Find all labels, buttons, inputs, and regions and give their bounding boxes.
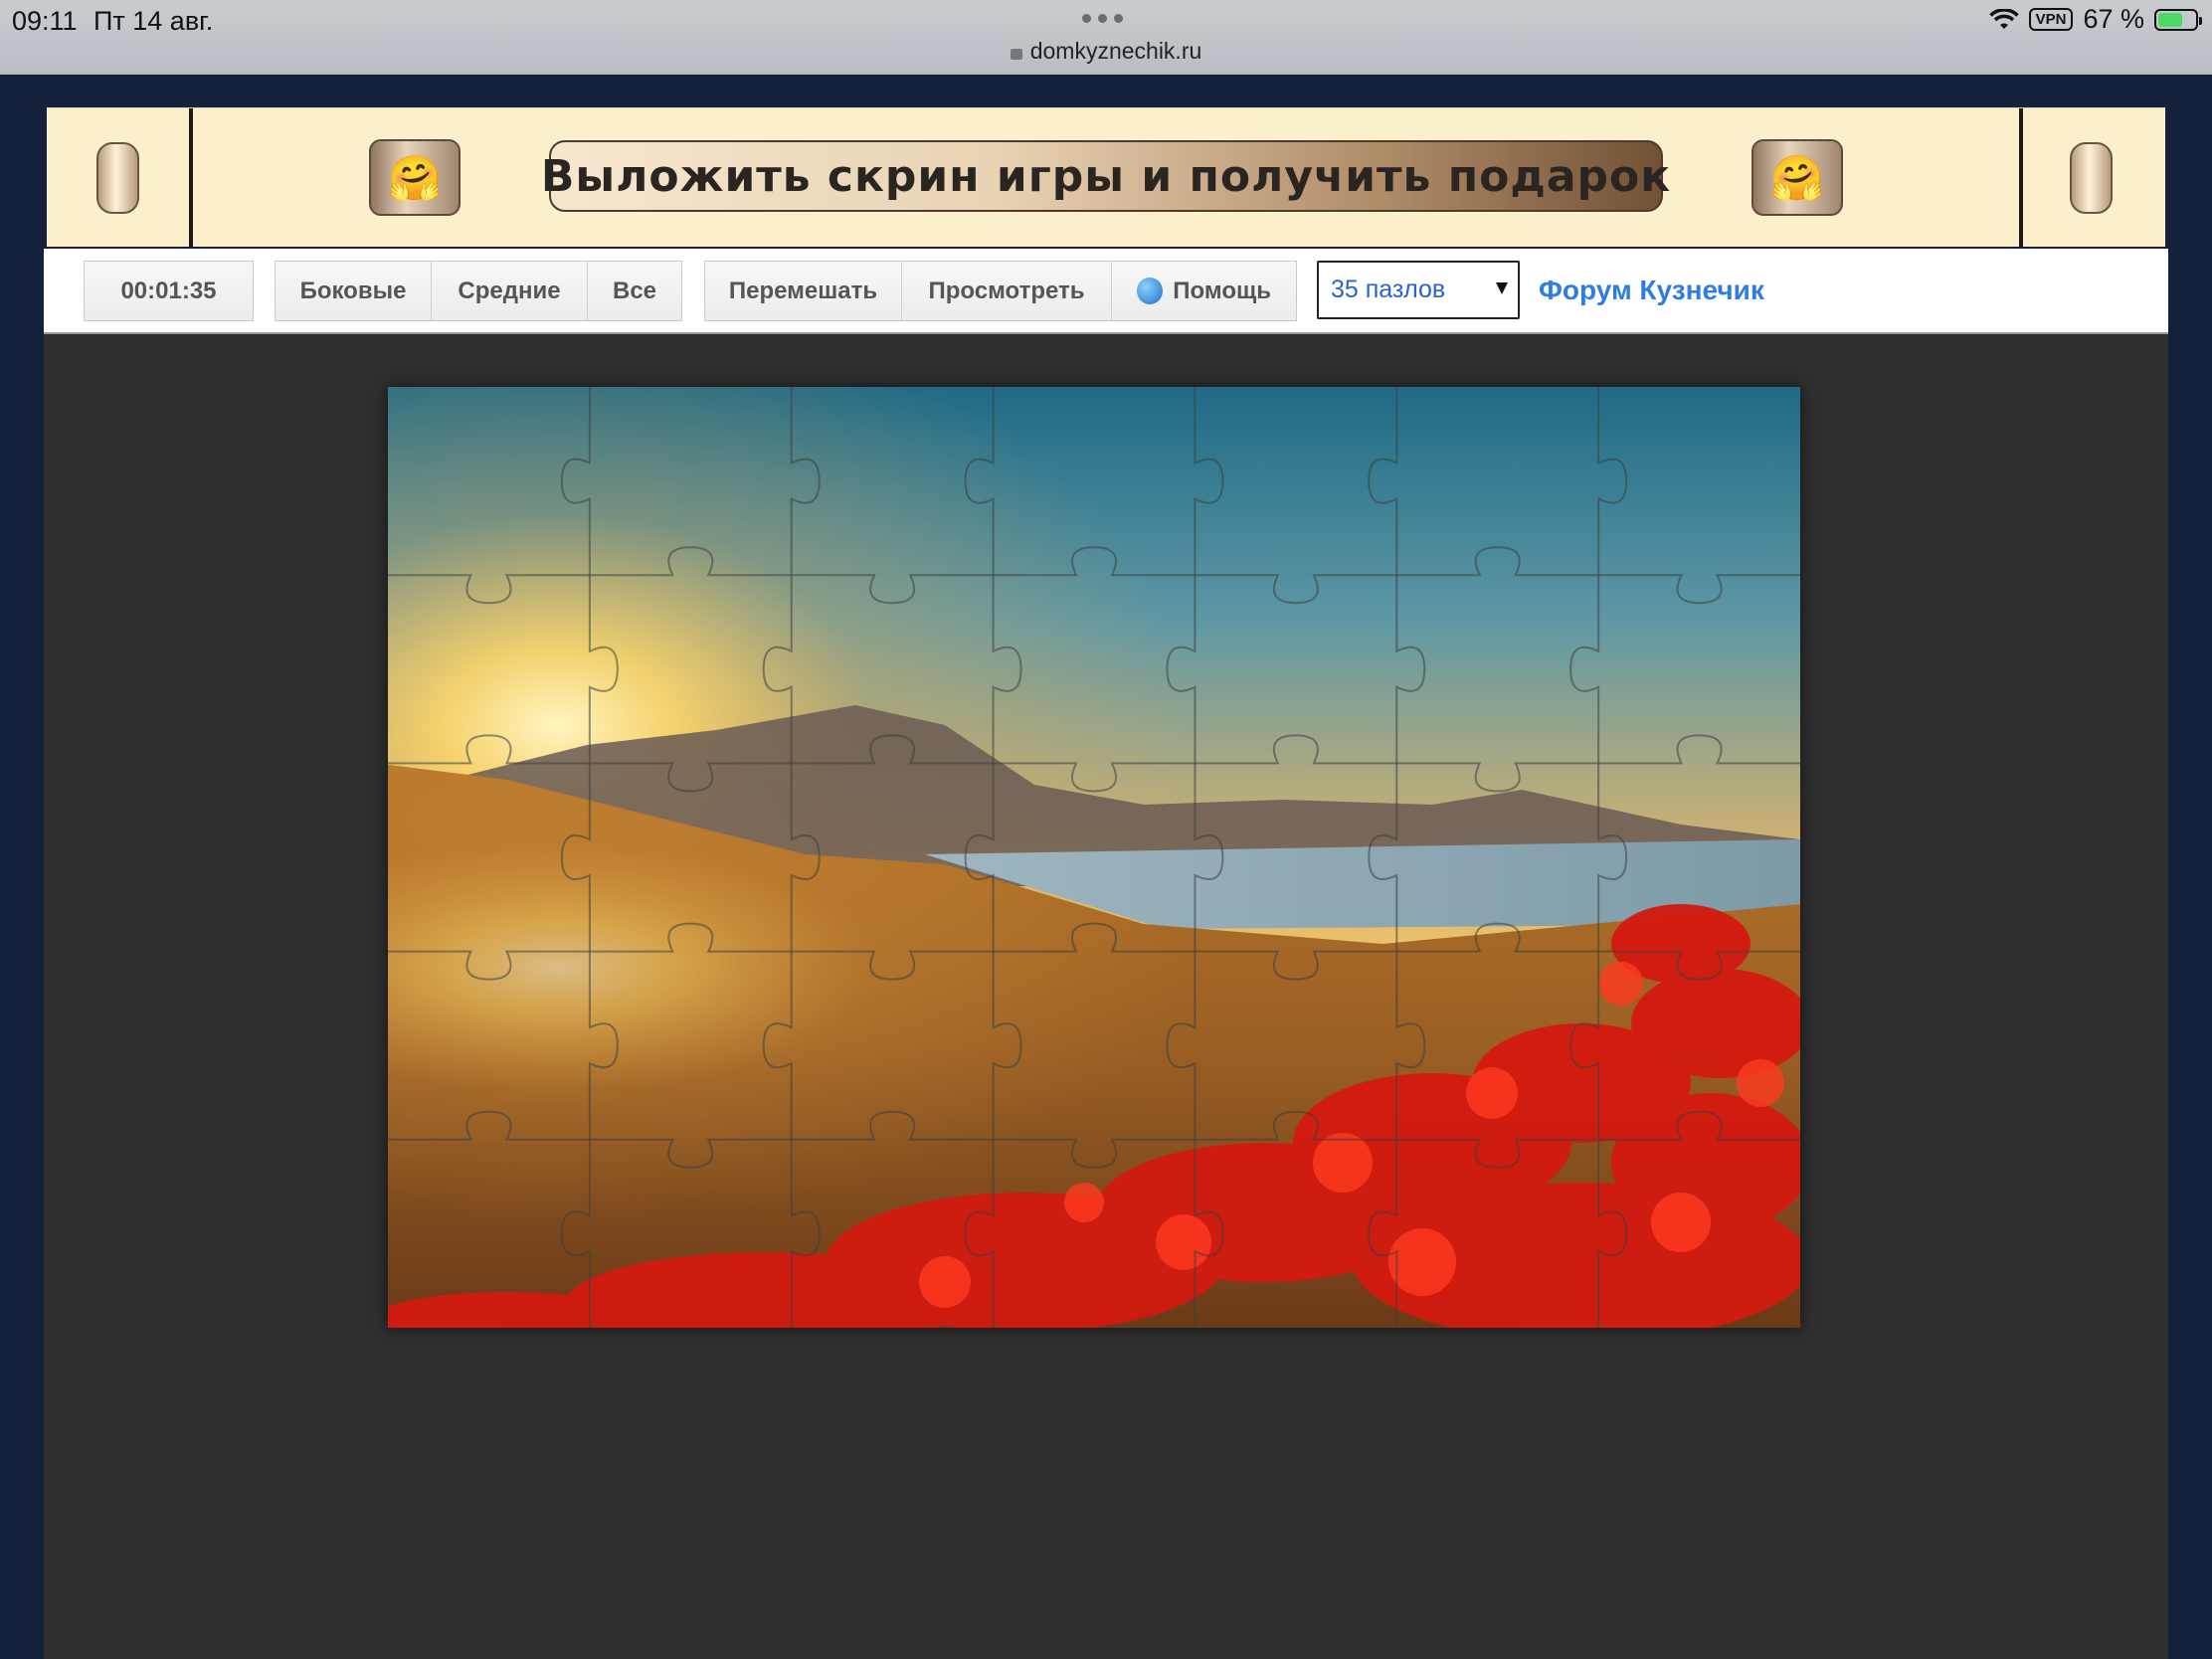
shuffle-button[interactable]: Перемешать [705,262,902,320]
pieces-count-select[interactable]: 35 пазлов [1317,261,1520,319]
help-button[interactable]: Помощь [1112,262,1296,320]
hugging-face-icon[interactable]: 🤗 [369,139,461,216]
help-label: Помощь [1173,276,1271,304]
puzzle-board[interactable] [388,387,1800,1328]
status-date: Пт 14 авг. [93,6,214,36]
banner-divider [189,108,193,248]
url-text: domkyznechik.ru [1029,38,1202,64]
filter-edge-button[interactable]: Боковые [276,262,432,320]
banner-pill-left [96,142,139,214]
pieces-count-value: 35 пазлов [1331,276,1446,303]
battery-icon [2154,8,2202,31]
action-button-group: Перемешать Просмотреть Помощь [704,261,1297,321]
multitasking-dots-icon[interactable] [1082,14,1123,23]
battery-percent: 67 % [2083,4,2144,34]
lock-icon [1010,49,1022,60]
vpn-badge: VPN [2028,8,2074,31]
globe-help-icon [1137,277,1164,304]
play-area [44,334,2168,1659]
preview-button[interactable]: Просмотреть [902,262,1112,320]
timer-display: 00:01:35 [84,261,254,321]
status-time: 09:11 [12,6,78,36]
wifi-icon [1988,8,2019,29]
filter-middle-button[interactable]: Средние [432,262,588,320]
piece-filter-group: Боковые Средние Все [275,261,682,321]
hugging-face-icon[interactable]: 🤗 [1751,139,1843,216]
dropdown-arrow-icon [1496,282,1508,294]
banner-pill-right [2070,142,2113,214]
banner-divider [2019,108,2023,248]
address-bar[interactable]: domkyznechik.ru [0,38,2212,65]
forum-link[interactable]: Форум Кузнечик [1539,275,1764,306]
ios-status-bar: 09:11 Пт 14 авг. domkyznechik.ru VPN 67 … [0,0,2212,75]
promo-banner: 🤗 Выложить скрин игры и получить подарок… [47,107,2165,248]
puzzle-toolbar: 00:01:35 Боковые Средние Все Перемешать … [44,249,2168,334]
filter-all-button[interactable]: Все [588,262,681,320]
banner-screenshot-gift-button[interactable]: Выложить скрин игры и получить подарок [541,140,1670,212]
